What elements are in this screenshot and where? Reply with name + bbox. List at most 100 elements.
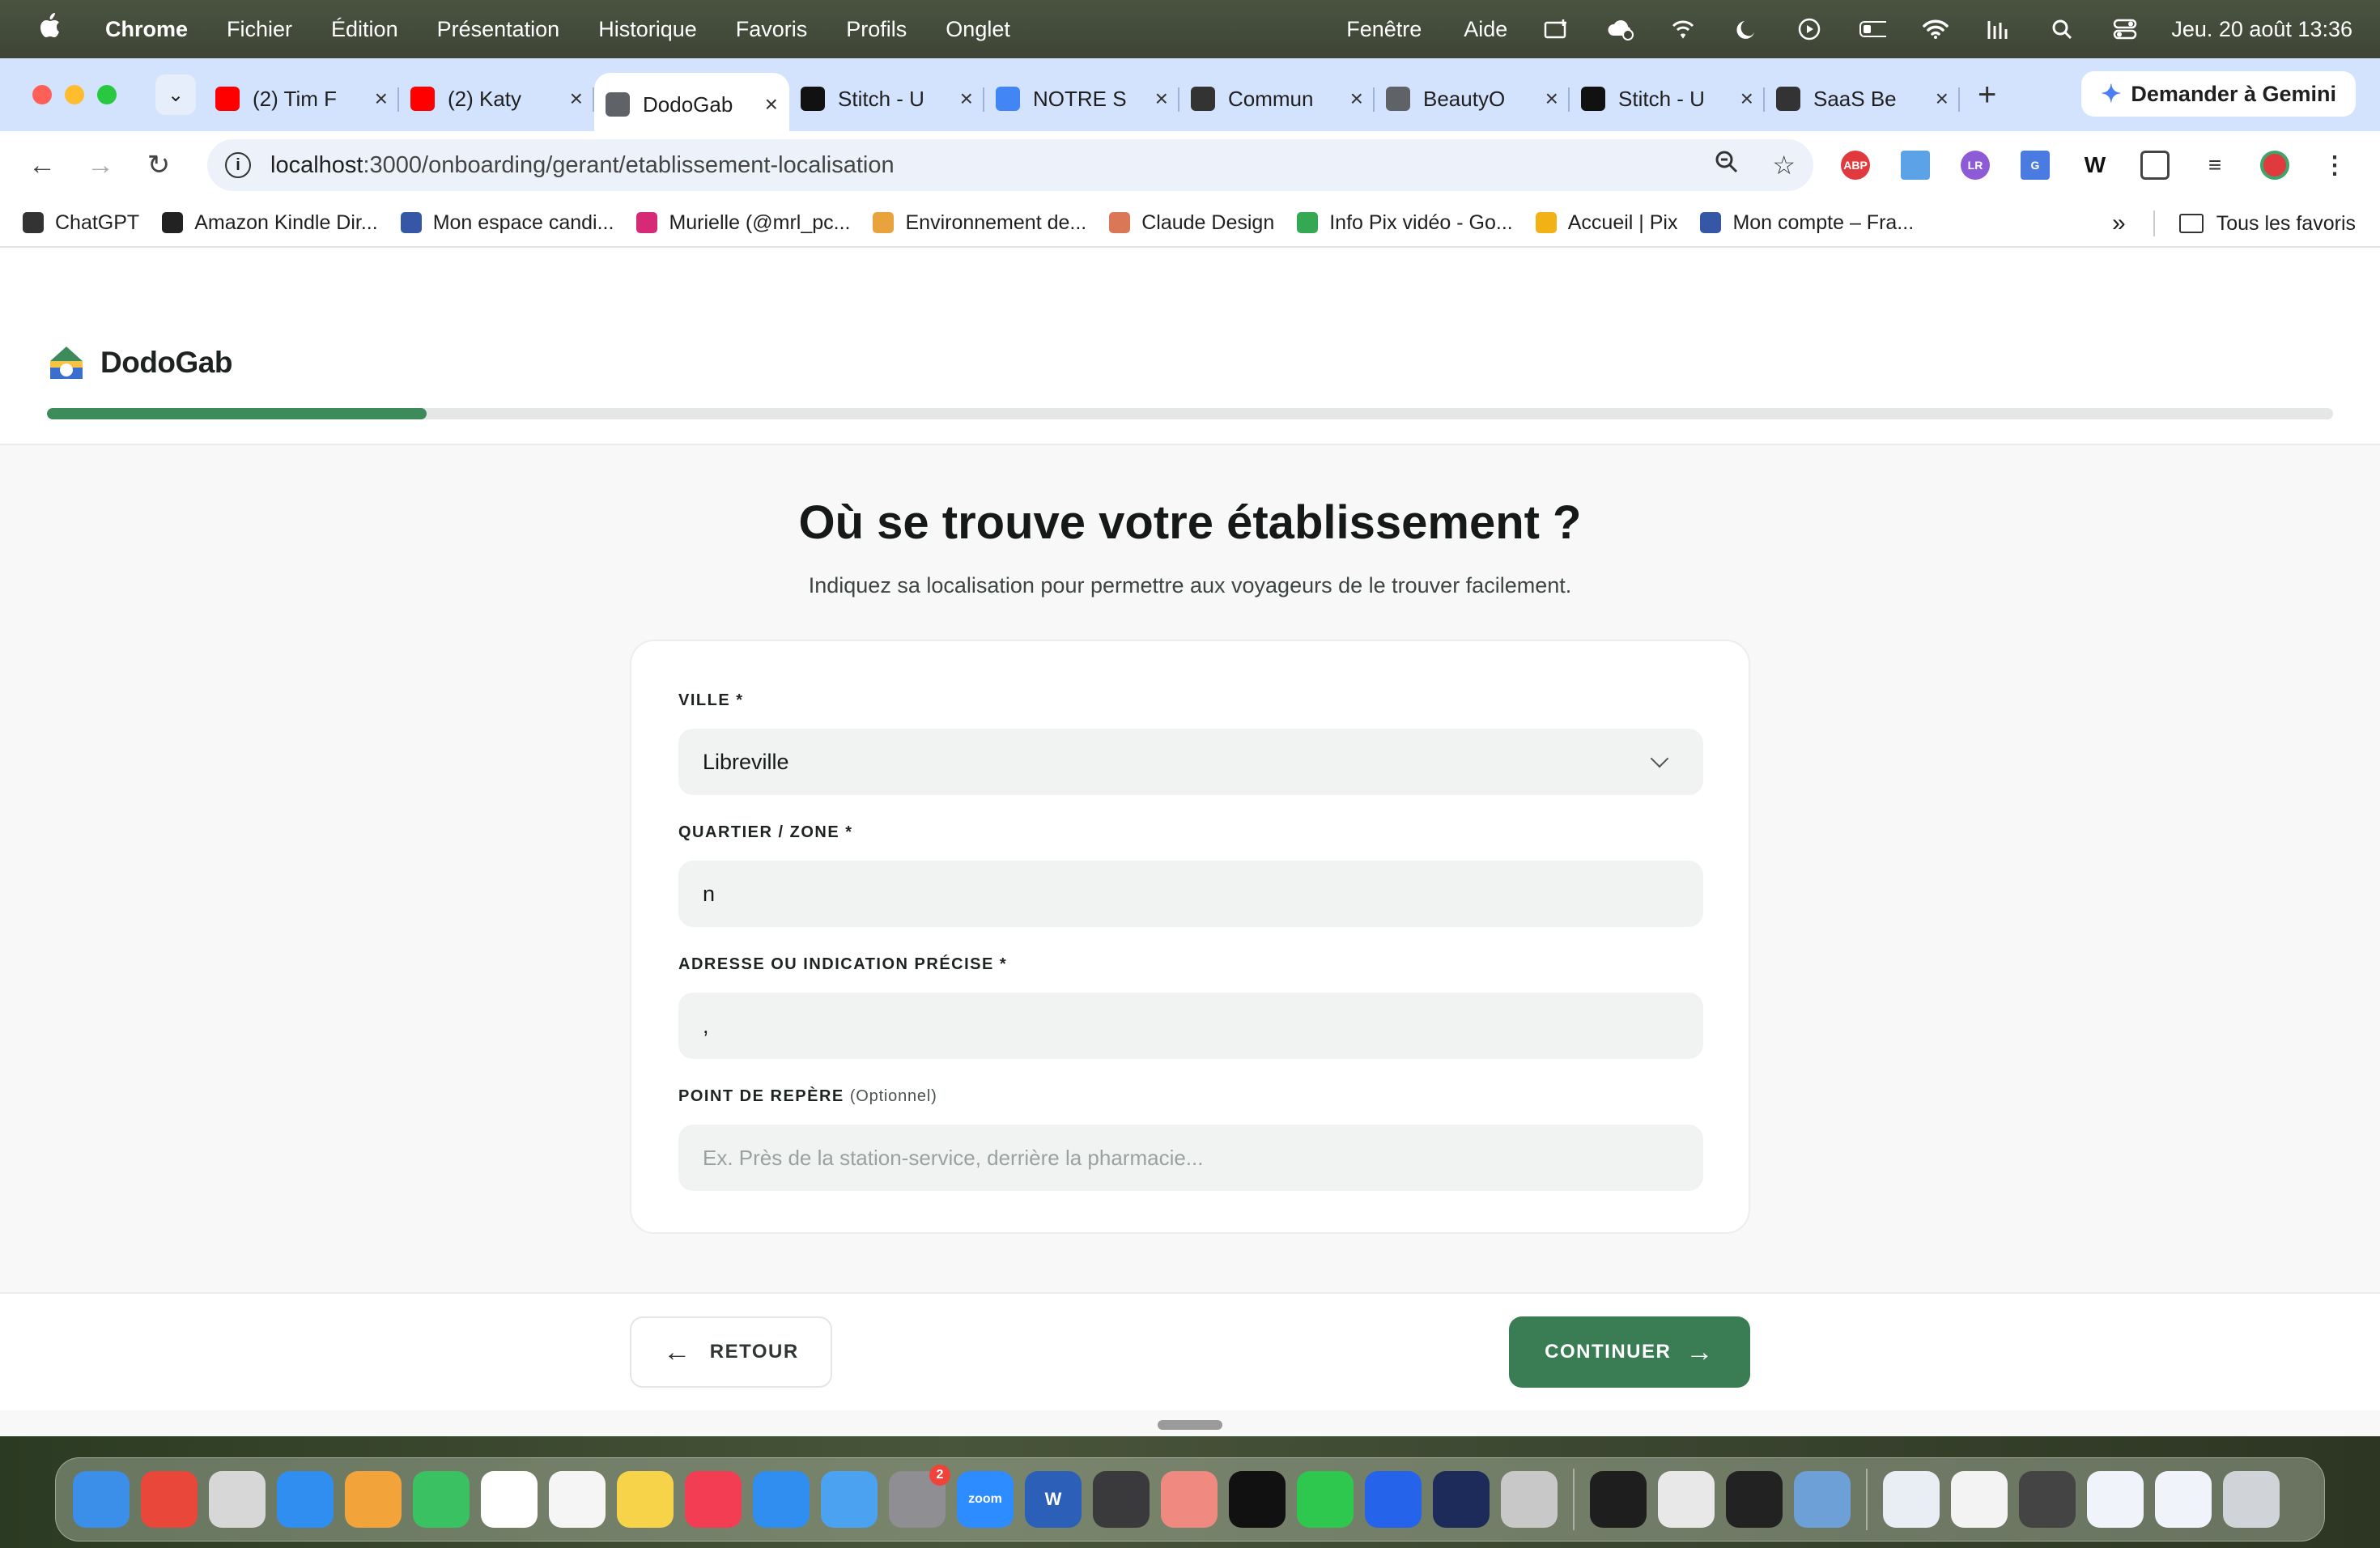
- menu-presentation[interactable]: Présentation: [437, 17, 560, 42]
- media-controls-icon[interactable]: ≡: [2200, 151, 2229, 180]
- calendar-icon[interactable]: [481, 1471, 538, 1528]
- bookmark-3[interactable]: Murielle (@mrl_pc...: [636, 211, 850, 235]
- wordtune-icon[interactable]: W: [2080, 151, 2110, 180]
- bookmark-6[interactable]: Info Pix vidéo - Go...: [1297, 211, 1513, 235]
- close-tab-icon[interactable]: ×: [1740, 86, 1753, 112]
- bookmark-7[interactable]: Accueil | Pix: [1535, 211, 1677, 235]
- stats-icon[interactable]: [1726, 1471, 1783, 1528]
- bookmark-4[interactable]: Environnement de...: [873, 211, 1086, 235]
- control-center-icon[interactable]: [2111, 15, 2139, 43]
- finder-icon[interactable]: [73, 1471, 130, 1528]
- more-bookmarks-icon[interactable]: »: [2112, 210, 2126, 237]
- menu-clock[interactable]: Jeu. 20 août 13:36: [2171, 17, 2352, 42]
- system-settings-icon[interactable]: 2: [889, 1465, 950, 1528]
- vector-icon[interactable]: [1658, 1471, 1715, 1528]
- safari-icon[interactable]: [277, 1471, 334, 1528]
- new-tab-button[interactable]: +: [1978, 77, 1996, 113]
- folder-icon[interactable]: [2178, 214, 2204, 233]
- photos-icon[interactable]: [345, 1471, 402, 1528]
- bookmark-8[interactable]: Mon compte – Fra...: [1700, 211, 1914, 235]
- tab-6[interactable]: BeautyO ×: [1375, 73, 1570, 125]
- adblock-icon[interactable]: ABP: [1841, 151, 1870, 180]
- menu-app-name[interactable]: Chrome: [105, 17, 188, 42]
- music-icon[interactable]: [685, 1471, 742, 1528]
- iphone-mirroring-icon[interactable]: [1501, 1471, 1558, 1528]
- tab-5[interactable]: Commun ×: [1179, 73, 1375, 125]
- calculator-thumb-icon[interactable]: [2019, 1471, 2076, 1528]
- word-icon[interactable]: W: [1025, 1471, 1082, 1528]
- wifi-lock-icon[interactable]: [1669, 15, 1697, 43]
- extensions-puzzle-icon[interactable]: [2140, 151, 2170, 180]
- window-thumb-4-icon[interactable]: [2155, 1471, 2212, 1528]
- close-tab-icon[interactable]: ×: [1350, 86, 1363, 112]
- launchpad-icon[interactable]: [209, 1471, 266, 1528]
- calculator-icon[interactable]: [1093, 1471, 1150, 1528]
- close-tab-icon[interactable]: ×: [765, 91, 778, 117]
- trash-icon[interactable]: [2223, 1471, 2280, 1528]
- window-thumb-3-icon[interactable]: [2087, 1471, 2144, 1528]
- affinity-icon[interactable]: [1433, 1471, 1490, 1528]
- cursor-a-icon[interactable]: [1365, 1471, 1422, 1528]
- zoom-icon[interactable]: [1714, 149, 1740, 181]
- moon-icon[interactable]: [1732, 15, 1760, 43]
- quartier-input[interactable]: n: [678, 861, 1703, 927]
- todoist-icon[interactable]: [1161, 1471, 1218, 1528]
- notes-icon[interactable]: [617, 1471, 674, 1528]
- reminders-icon[interactable]: [549, 1471, 606, 1528]
- menu-profils[interactable]: Profils: [846, 17, 907, 42]
- zoom-icon[interactable]: zoom: [957, 1471, 1014, 1528]
- window-resize-handle[interactable]: [1158, 1420, 1222, 1430]
- preview-icon[interactable]: [1794, 1471, 1851, 1528]
- site-info-icon[interactable]: i: [225, 152, 251, 178]
- tab-0[interactable]: (2) Tim F ×: [204, 73, 399, 125]
- translate-icon[interactable]: G: [2021, 151, 2050, 180]
- close-tab-icon[interactable]: ×: [1936, 86, 1949, 112]
- tab-3[interactable]: Stitch - U ×: [789, 73, 984, 125]
- tab-search-button[interactable]: ⌄: [155, 74, 196, 115]
- adresse-input[interactable]: ,: [678, 993, 1703, 1059]
- capcut-icon[interactable]: [1229, 1471, 1286, 1528]
- gemini-button[interactable]: ✦ Demander à Gemini: [2081, 71, 2356, 117]
- close-tab-icon[interactable]: ×: [960, 86, 973, 112]
- back-arrow-icon[interactable]: ←: [26, 150, 58, 181]
- window-thumb-2-icon[interactable]: [1951, 1471, 2008, 1528]
- close-tab-icon[interactable]: ×: [570, 86, 583, 112]
- menu-aide[interactable]: Aide: [1464, 17, 1507, 42]
- url-text[interactable]: localhost:3000/onboarding/gerant/etablis…: [270, 152, 1681, 179]
- wifi-icon[interactable]: [1922, 15, 1949, 43]
- close-window-button[interactable]: [32, 85, 52, 104]
- address-bar[interactable]: i localhost:3000/onboarding/gerant/etabl…: [207, 139, 1813, 191]
- bookmark-2[interactable]: Mon espace candi...: [400, 211, 614, 235]
- menu-fenetre[interactable]: Fenêtre: [1346, 17, 1422, 42]
- screen-share-icon[interactable]: [1543, 15, 1570, 43]
- continue-button[interactable]: CONTINUER →: [1509, 1316, 1750, 1388]
- minimize-window-button[interactable]: [65, 85, 84, 104]
- apple-icon[interactable]: [36, 12, 63, 47]
- tab-2[interactable]: DodoGab ×: [594, 73, 789, 136]
- menu-historique[interactable]: Historique: [598, 17, 697, 42]
- appstore-icon[interactable]: [753, 1471, 810, 1528]
- all-bookmarks-link[interactable]: Tous les favoris: [2216, 212, 2356, 236]
- tab-1[interactable]: (2) Katy ×: [399, 73, 594, 125]
- extension-image-icon[interactable]: [1901, 151, 1930, 180]
- back-button[interactable]: ← RETOUR: [630, 1316, 832, 1388]
- audio-levels-icon[interactable]: [1985, 15, 2012, 43]
- profile-avatar[interactable]: [2260, 151, 2289, 180]
- chrome-icon[interactable]: [141, 1471, 198, 1528]
- search-icon[interactable]: [2048, 15, 2076, 43]
- menu-fichier[interactable]: Fichier: [227, 17, 292, 42]
- menu-onglet[interactable]: Onglet: [946, 17, 1010, 42]
- bookmark-0[interactable]: ChatGPT: [23, 211, 139, 235]
- terminal-icon[interactable]: [1590, 1471, 1647, 1528]
- zoom-window-button[interactable]: [97, 85, 117, 104]
- repere-input[interactable]: Ex. Près de la station-service, derrière…: [678, 1125, 1703, 1191]
- close-tab-icon[interactable]: ×: [1155, 86, 1168, 112]
- bookmark-5[interactable]: Claude Design: [1109, 211, 1274, 235]
- kebab-menu-icon[interactable]: ⋮: [2320, 151, 2349, 180]
- tab-7[interactable]: Stitch - U ×: [1570, 73, 1765, 125]
- brand-logo[interactable]: DodoGab: [47, 343, 232, 382]
- reload-icon[interactable]: ↻: [142, 149, 175, 181]
- bookmark-1[interactable]: Amazon Kindle Dir...: [162, 211, 378, 235]
- window-thumb-1-icon[interactable]: [1883, 1471, 1940, 1528]
- ville-select[interactable]: Libreville: [678, 729, 1703, 795]
